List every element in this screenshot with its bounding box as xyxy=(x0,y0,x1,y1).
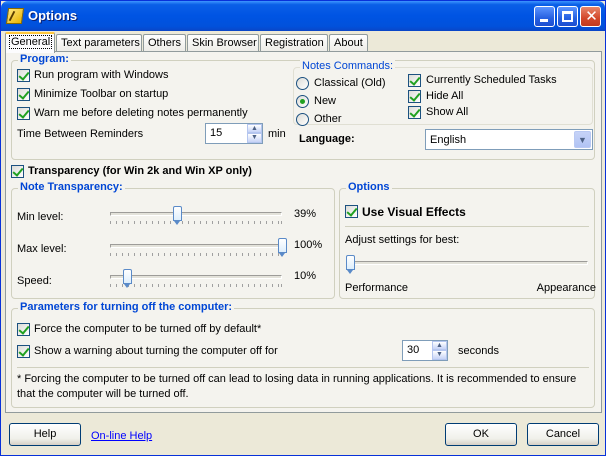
maximize-icon xyxy=(562,11,573,22)
tab-registration[interactable]: Registration xyxy=(260,34,328,52)
min-level-label: Min level: xyxy=(17,211,64,223)
language-select[interactable]: English ▼ xyxy=(425,129,593,150)
online-help-link[interactable]: On-line Help xyxy=(91,430,152,442)
close-button[interactable]: ✕ xyxy=(580,6,601,27)
speed-label: Speed: xyxy=(17,275,52,287)
general-tab-panel: Program: Run program with Windows Minimi… xyxy=(5,51,602,413)
notes-commands-title: Notes Commands: xyxy=(300,60,396,72)
min-level-value: 39% xyxy=(294,208,317,220)
tab-about[interactable]: About xyxy=(329,34,368,52)
language-label: Language: xyxy=(299,133,355,145)
force-shutdown-checkbox[interactable] xyxy=(17,323,30,336)
performance-label: Performance xyxy=(345,282,408,294)
tab-text-parameters[interactable]: Text parameters xyxy=(56,34,142,52)
tab-skin-browser[interactable]: Skin Browser xyxy=(187,34,259,52)
performance-appearance-slider[interactable] xyxy=(346,255,588,275)
shutdown-warning-label: Show a warning about turning the compute… xyxy=(34,345,278,357)
transparency-label: Transparency (for Win 2k and Win XP only… xyxy=(28,165,252,177)
performance-appearance-thumb[interactable] xyxy=(346,255,355,274)
minimize-toolbar-label: Minimize Toolbar on startup xyxy=(34,88,169,100)
close-icon: ✕ xyxy=(585,7,598,25)
shutdown-seconds-spinner[interactable]: 30 ▲ ▼ xyxy=(402,340,448,361)
radio-other[interactable] xyxy=(296,113,309,126)
note-transparency-title: Note Transparency: xyxy=(18,181,125,193)
radio-new-label: New xyxy=(314,95,337,107)
visual-effects-checkbox[interactable] xyxy=(345,205,358,218)
window-title: Options xyxy=(28,8,78,23)
options-group: Options Use Visual Effects Adjust settin… xyxy=(339,181,596,299)
help-button[interactable]: Help xyxy=(9,423,81,446)
minimize-toolbar-checkbox[interactable] xyxy=(17,88,30,101)
language-value: English xyxy=(430,134,467,146)
minimize-icon xyxy=(540,19,548,22)
adjust-label: Adjust settings for best: xyxy=(345,234,460,246)
title-bar[interactable]: Options ✕ xyxy=(1,1,605,31)
notes-commands-group: Notes Commands: Classical (Old) New Othe… xyxy=(293,60,593,126)
divider xyxy=(345,226,589,227)
ok-button[interactable]: OK xyxy=(445,423,517,446)
show-all-checkbox[interactable] xyxy=(408,106,421,119)
reminders-label: Time Between Reminders xyxy=(17,128,144,140)
radio-classical-label: Classical (Old) xyxy=(314,77,386,89)
shutdown-group: Parameters for turning off the computer:… xyxy=(11,301,595,408)
options-group-title: Options xyxy=(346,181,392,193)
note-transparency-group: Note Transparency: Min level: 39% Max le… xyxy=(11,181,335,299)
maximize-button[interactable] xyxy=(557,6,578,27)
shutdown-seconds-value: 30 xyxy=(407,344,420,356)
program-group-title: Program: xyxy=(18,53,71,65)
run-with-windows-checkbox[interactable] xyxy=(17,69,30,82)
reminders-unit: min xyxy=(268,128,286,140)
spin-down-icon[interactable]: ▼ xyxy=(247,133,262,143)
radio-other-label: Other xyxy=(314,113,342,125)
force-shutdown-label: Force the computer to be turned off by d… xyxy=(34,323,262,335)
notes-app-icon xyxy=(5,8,25,24)
warn-before-delete-label: Warn me before deleting notes permanentl… xyxy=(34,107,248,119)
shutdown-seconds-unit: seconds xyxy=(458,345,499,357)
cancel-button[interactable]: Cancel xyxy=(527,423,599,446)
tab-general[interactable]: General xyxy=(5,32,55,53)
spin-down-icon[interactable]: ▼ xyxy=(432,350,447,360)
visual-effects-label: Use Visual Effects xyxy=(362,205,466,219)
spin-up-icon[interactable]: ▲ xyxy=(432,341,447,350)
reminders-spinner[interactable]: 15 ▲ ▼ xyxy=(205,123,263,144)
max-level-slider[interactable] xyxy=(110,238,287,258)
minimize-button[interactable] xyxy=(534,6,555,27)
program-group: Program: Run program with Windows Minimi… xyxy=(11,53,595,160)
speed-thumb[interactable] xyxy=(123,269,133,288)
spin-up-icon[interactable]: ▲ xyxy=(247,124,262,133)
tab-others[interactable]: Others xyxy=(143,34,186,52)
reminders-value: 15 xyxy=(210,127,223,139)
shutdown-warning-checkbox[interactable] xyxy=(17,345,30,358)
max-level-label: Max level: xyxy=(17,243,67,255)
hide-all-label: Hide All xyxy=(426,90,464,102)
min-level-slider[interactable] xyxy=(110,206,282,226)
shutdown-footnote: * Forcing the computer to be turned off … xyxy=(17,373,577,400)
speed-slider[interactable] xyxy=(110,269,282,289)
max-level-thumb[interactable] xyxy=(278,238,287,257)
speed-value: 10% xyxy=(294,270,317,282)
appearance-label: Appearance xyxy=(536,282,596,294)
max-level-value: 100% xyxy=(294,239,323,251)
shutdown-group-title: Parameters for turning off the computer: xyxy=(18,301,235,313)
run-with-windows-label: Run program with Windows xyxy=(34,69,169,81)
hide-all-checkbox[interactable] xyxy=(408,90,421,103)
chevron-down-icon[interactable]: ▼ xyxy=(574,131,591,148)
radio-new[interactable] xyxy=(296,95,309,108)
radio-classical[interactable] xyxy=(296,77,309,90)
scheduled-tasks-label: Currently Scheduled Tasks xyxy=(426,74,557,86)
scheduled-tasks-checkbox[interactable] xyxy=(408,74,421,87)
warn-before-delete-checkbox[interactable] xyxy=(17,107,30,120)
min-level-thumb[interactable] xyxy=(173,206,183,225)
transparency-checkbox[interactable] xyxy=(11,165,24,178)
options-window: Options ✕ General Text parameters Others… xyxy=(0,0,606,456)
show-all-label: Show All xyxy=(426,106,469,118)
divider xyxy=(17,367,589,368)
